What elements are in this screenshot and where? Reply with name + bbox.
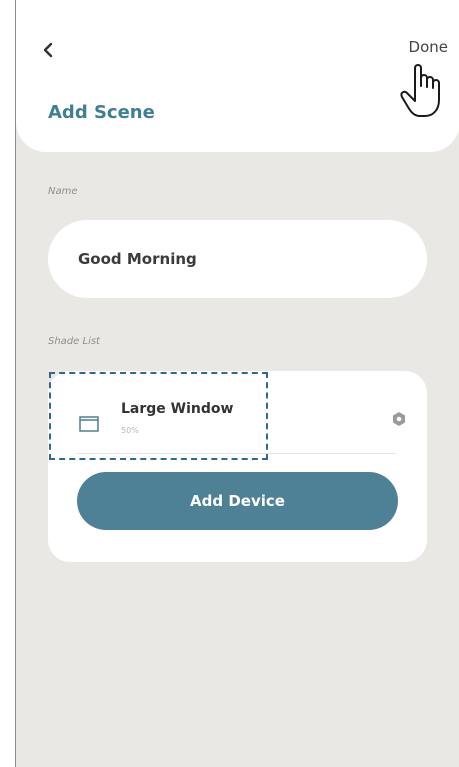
add-device-button[interactable]: Add Device (77, 472, 398, 530)
gear-icon[interactable] (391, 411, 407, 427)
hand-pointer-icon (400, 64, 440, 117)
shade-list-label: Shade List (48, 336, 100, 347)
done-button[interactable]: Done (409, 38, 448, 56)
scene-name-value: Good Morning (78, 250, 197, 268)
back-chevron-icon[interactable] (39, 40, 59, 60)
scene-name-field[interactable]: Good Morning (48, 220, 427, 298)
name-label: Name (48, 186, 78, 197)
header: Done Add Scene (16, 0, 459, 152)
page-title: Add Scene (48, 102, 155, 123)
highlight-box (49, 372, 268, 460)
